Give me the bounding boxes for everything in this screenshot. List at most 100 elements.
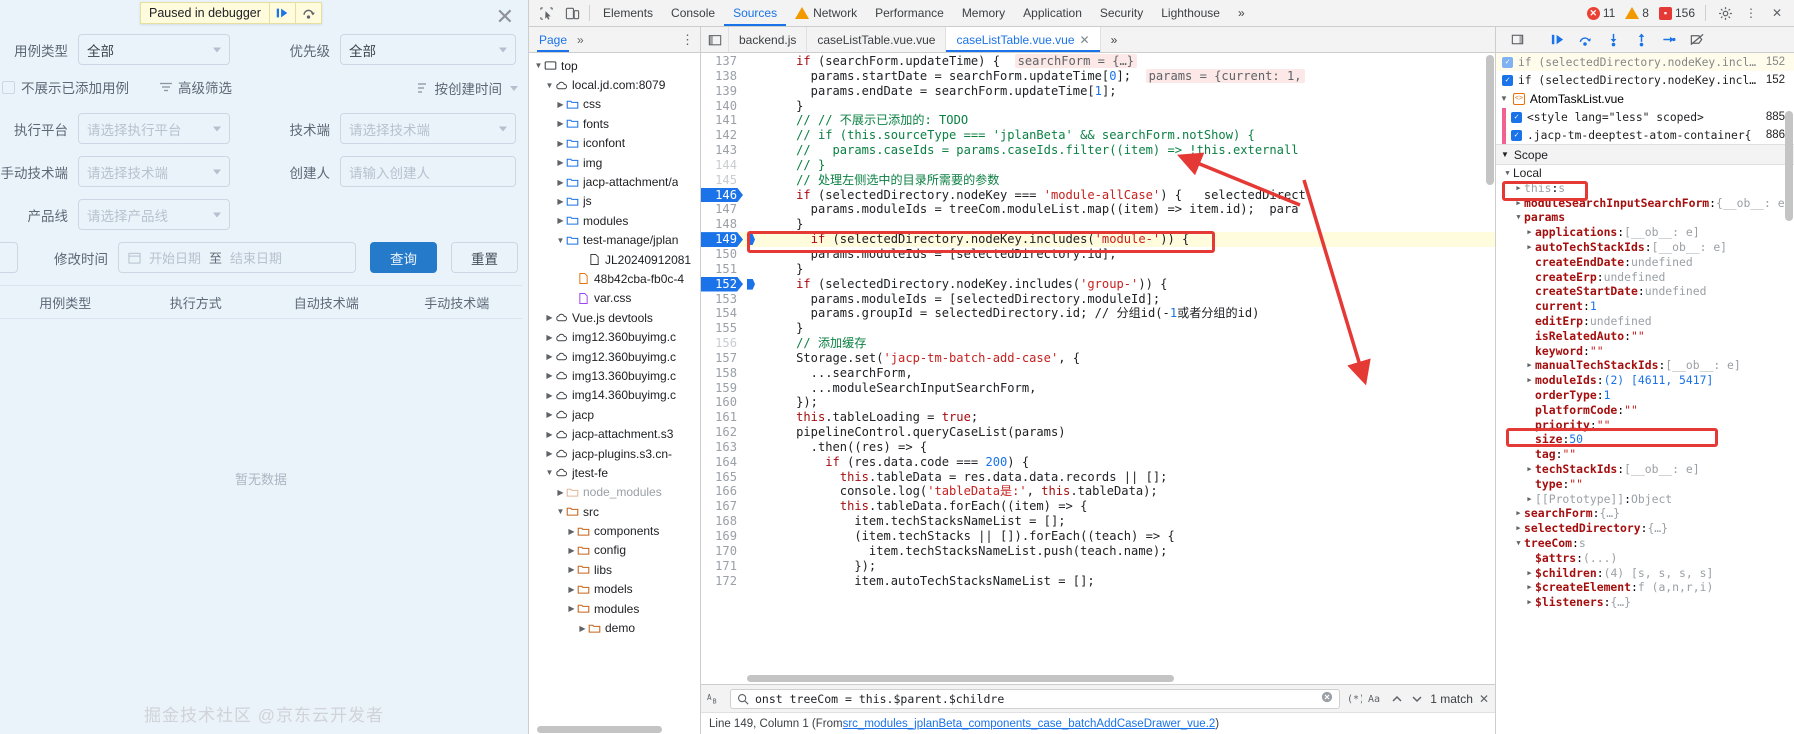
code-line[interactable]: 152 if (selectedDirectory.nodeKey.includ… bbox=[701, 276, 1495, 292]
line-number[interactable]: 165 bbox=[701, 470, 743, 485]
breakpoint-marker[interactable] bbox=[743, 69, 759, 84]
scope-section-header[interactable]: ▼ Scope bbox=[1496, 145, 1794, 165]
line-number[interactable]: 167 bbox=[701, 499, 743, 514]
sources-navigator[interactable]: ▼ top ▼ local.jd.com:8079 ▶ css ▶ fonts ▶ iconfon… bbox=[529, 53, 701, 734]
tree-node[interactable]: ▶ css bbox=[529, 95, 700, 114]
line-number[interactable]: 159 bbox=[701, 381, 743, 396]
code-line[interactable]: 137 if (searchForm.updateTime) { searchF… bbox=[701, 54, 1495, 69]
tree-node[interactable]: 48b42cba-fb0c-4 bbox=[529, 269, 700, 288]
scope-variable-row[interactable]: current: 1 bbox=[1496, 299, 1794, 314]
error-count[interactable]: 11 bbox=[1603, 6, 1615, 20]
source-map-link[interactable]: src_modules_jplanBeta_components_case_ba… bbox=[843, 718, 1216, 730]
tree-node[interactable]: ▶ img14.360buyimg.c bbox=[529, 386, 700, 405]
step-over-next-function-call-icon[interactable] bbox=[1572, 29, 1598, 51]
breakpoint-row[interactable]: ✓ if (selectedDirectory.nodeKey.incl… 152 bbox=[1496, 53, 1794, 71]
breakpoint-marker[interactable] bbox=[743, 158, 759, 173]
breakpoint-marker[interactable] bbox=[743, 321, 759, 336]
breakpoint-marker[interactable] bbox=[743, 84, 759, 99]
line-number[interactable]: 172 bbox=[701, 574, 743, 589]
scope-variable-row[interactable]: ▶ searchForm: {…} bbox=[1496, 506, 1794, 521]
previous-match-icon[interactable] bbox=[1390, 693, 1404, 705]
line-number[interactable]: 154 bbox=[701, 306, 743, 321]
tab-console[interactable]: Console bbox=[662, 0, 724, 26]
breakpoint-marker[interactable] bbox=[743, 262, 759, 277]
navigator-hscrollbar[interactable] bbox=[529, 725, 700, 734]
code-line[interactable]: 145 // 处理左侧选中的目录所需要的参数 bbox=[701, 173, 1495, 188]
line-number[interactable]: 144 bbox=[701, 158, 743, 173]
breakpoint-marker[interactable] bbox=[743, 544, 759, 559]
line-number[interactable]: 141 bbox=[701, 113, 743, 128]
code-line[interactable]: 157 Storage.set('jacp-tm-batch-add-case'… bbox=[701, 351, 1495, 366]
code-line[interactable]: 138 params.startDate = searchForm.update… bbox=[701, 68, 1495, 84]
checkbox-checked-icon[interactable]: ✓ bbox=[1502, 74, 1513, 86]
breakpoint-marker[interactable] bbox=[743, 410, 759, 425]
code-area[interactable]: 137 if (searchForm.updateTime) { searchF… bbox=[701, 53, 1495, 684]
line-number[interactable]: 140 bbox=[701, 99, 743, 114]
breakpoint-marker[interactable] bbox=[743, 99, 759, 114]
scope-variable-row[interactable]: ▶ moduleIds: (2) [4611, 5417] bbox=[1496, 373, 1794, 388]
code-line[interactable]: 154 params.groupId = selectedDirectory.i… bbox=[701, 306, 1495, 321]
tree-node[interactable]: ▶ models bbox=[529, 580, 700, 599]
line-number[interactable]: 161 bbox=[701, 410, 743, 425]
breakpoint-marker[interactable] bbox=[743, 499, 759, 514]
close-icon[interactable]: ✕ bbox=[1764, 1, 1790, 25]
code-line[interactable]: 162 pipelineControl.queryCaseList(params… bbox=[701, 425, 1495, 440]
code-line[interactable]: 158 ...searchForm, bbox=[701, 366, 1495, 381]
breakpoint-marker[interactable] bbox=[743, 425, 759, 440]
breakpoint-marker[interactable] bbox=[743, 514, 759, 529]
tab-application[interactable]: Application bbox=[1014, 0, 1091, 26]
tree-node[interactable]: ▶ jacp-plugins.s3.cn- bbox=[529, 444, 700, 463]
breakpoint-marker[interactable] bbox=[743, 529, 759, 544]
breakpoint-row[interactable]: ✓ if (selectedDirectory.nodeKey.incl… 152 bbox=[1496, 71, 1794, 89]
code-line[interactable]: 144 // } bbox=[701, 158, 1495, 173]
breakpoint-marker[interactable] bbox=[743, 188, 759, 203]
partial-field[interactable]: 期 bbox=[0, 242, 18, 273]
sort-by-create-time-button[interactable]: 按创建时间 bbox=[417, 78, 518, 98]
breakpoint-marker[interactable] bbox=[743, 470, 759, 485]
tree-node[interactable]: ▶ config bbox=[529, 541, 700, 560]
tab-sources[interactable]: Sources bbox=[724, 0, 786, 26]
tree-node[interactable]: ▶ img bbox=[529, 153, 700, 172]
breakpoint-marker[interactable] bbox=[743, 336, 759, 351]
tree-node[interactable]: ▶ demo bbox=[529, 618, 700, 637]
tree-node[interactable]: ▼ local.jd.com:8079 bbox=[529, 75, 700, 94]
collapse-sidebar-icon[interactable] bbox=[1504, 29, 1530, 51]
tree-node[interactable]: JL20240912081 bbox=[529, 250, 700, 269]
scope-variable-row[interactable]: orderType: 1 bbox=[1496, 388, 1794, 403]
code-line[interactable]: 160 }); bbox=[701, 395, 1495, 410]
tree-node[interactable]: ▶ libs bbox=[529, 560, 700, 579]
line-number[interactable]: 138 bbox=[701, 69, 743, 84]
step-over-icon[interactable] bbox=[294, 2, 321, 24]
breakpoint-marker[interactable] bbox=[743, 143, 759, 158]
line-number[interactable]: 147 bbox=[701, 202, 743, 217]
scope-variable-row[interactable]: ▶ selectedDirectory: {…} bbox=[1496, 521, 1794, 536]
tree-node[interactable]: ▶ modules bbox=[529, 599, 700, 618]
scope-variable-row[interactable]: ▶ [[Prototype]]: Object bbox=[1496, 492, 1794, 507]
code-line[interactable]: 149 if (selectedDirectory.nodeKey.includ… bbox=[701, 232, 1495, 247]
close-icon[interactable]: ✕ bbox=[1080, 33, 1090, 47]
line-number[interactable]: 160 bbox=[701, 395, 743, 410]
tab-network[interactable]: Network bbox=[786, 0, 866, 26]
tree-node[interactable]: var.css bbox=[529, 289, 700, 308]
select-exec-platform[interactable]: 请选择执行平台 bbox=[78, 113, 230, 144]
breakpoint-marker[interactable] bbox=[743, 277, 759, 292]
breakpoint-marker[interactable] bbox=[743, 306, 759, 321]
breakpoint-marker[interactable] bbox=[743, 173, 759, 188]
tree-node[interactable]: ▶ img13.360buyimg.c bbox=[529, 366, 700, 385]
deactivate-breakpoints-icon[interactable] bbox=[1684, 29, 1710, 51]
scope-variable-row[interactable]: ▼ treeCom: s bbox=[1496, 536, 1794, 551]
tab-lighthouse[interactable]: Lighthouse bbox=[1152, 0, 1229, 26]
tree-node[interactable]: ▶ Vue.js devtools bbox=[529, 308, 700, 327]
line-number[interactable]: 162 bbox=[701, 425, 743, 440]
scope-variable-row[interactable]: ▶ this: s bbox=[1496, 181, 1794, 196]
breakpoint-marker[interactable] bbox=[743, 113, 759, 128]
editor-hscrollbar[interactable] bbox=[747, 675, 1483, 683]
breakpoint-marker[interactable] bbox=[743, 366, 759, 381]
tree-node[interactable]: ▶ js bbox=[529, 192, 700, 211]
step-into-next-function-call-icon[interactable] bbox=[1600, 29, 1626, 51]
device-toolbar-icon[interactable] bbox=[559, 1, 585, 25]
breakpoint-marker[interactable] bbox=[743, 440, 759, 455]
code-line[interactable]: 165 this.tableData = res.data.data.recor… bbox=[701, 470, 1495, 485]
advanced-filter-button[interactable]: 高级筛选 bbox=[159, 77, 232, 97]
code-line[interactable]: 161 this.tableLoading = true; bbox=[701, 410, 1495, 425]
